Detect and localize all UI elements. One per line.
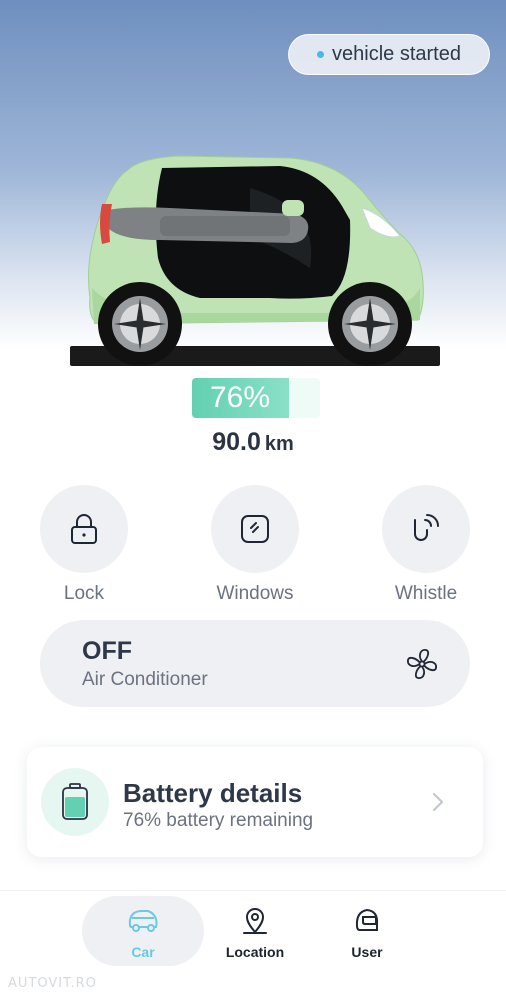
ac-state-label: OFF — [82, 637, 132, 665]
battery-level-bar: 76% — [192, 378, 320, 418]
vehicle-status-badge: vehicle started — [288, 34, 490, 75]
fan-icon[interactable] — [404, 646, 440, 682]
helmet-icon — [355, 908, 379, 931]
tab-car-label: Car — [131, 944, 155, 960]
tab-car[interactable]: Car — [82, 896, 204, 966]
whistle-button[interactable] — [382, 485, 470, 573]
range-value: 90.0 — [212, 428, 261, 456]
watermark: AUTOVIT.RO — [8, 976, 97, 991]
range-unit: km — [264, 433, 294, 455]
windows-control[interactable]: Windows — [211, 485, 299, 605]
battery-icon-badge — [41, 768, 109, 836]
window-icon — [241, 515, 269, 543]
battery-icon — [62, 783, 88, 820]
battery-details-subtitle: 76% battery remaining — [123, 810, 314, 831]
windows-button[interactable] — [211, 485, 299, 573]
car-image — [70, 148, 440, 370]
range-readout: 90.0 km — [0, 428, 506, 457]
tab-location-label: Location — [225, 944, 285, 960]
lock-icon — [71, 514, 97, 544]
whistle-label: Whistle — [394, 583, 458, 604]
whistle-icon — [414, 514, 439, 541]
lock-button[interactable] — [40, 485, 128, 573]
vehicle-status-label: vehicle started — [332, 43, 461, 65]
tab-user[interactable]: User — [307, 896, 427, 966]
air-conditioner-card[interactable]: OFF Air Conditioner — [40, 620, 470, 707]
whistle-control[interactable]: Whistle — [382, 485, 470, 605]
car-illustration-icon — [70, 155, 440, 366]
chevron-right-icon — [432, 792, 444, 812]
car-icon — [128, 910, 158, 932]
battery-details-title: Battery details — [123, 778, 303, 808]
tab-location[interactable]: Location — [195, 896, 315, 966]
battery-details-card[interactable]: Battery details 76% battery remaining — [27, 747, 483, 857]
location-pin-icon — [243, 908, 267, 934]
windows-label: Windows — [216, 583, 294, 604]
lock-label: Lock — [63, 583, 105, 604]
tab-user-label: User — [351, 944, 383, 960]
battery-percent-label: 76% — [209, 381, 271, 414]
status-dot-icon — [317, 51, 325, 58]
ac-label: Air Conditioner — [82, 669, 208, 690]
lock-control[interactable]: Lock — [40, 485, 128, 605]
